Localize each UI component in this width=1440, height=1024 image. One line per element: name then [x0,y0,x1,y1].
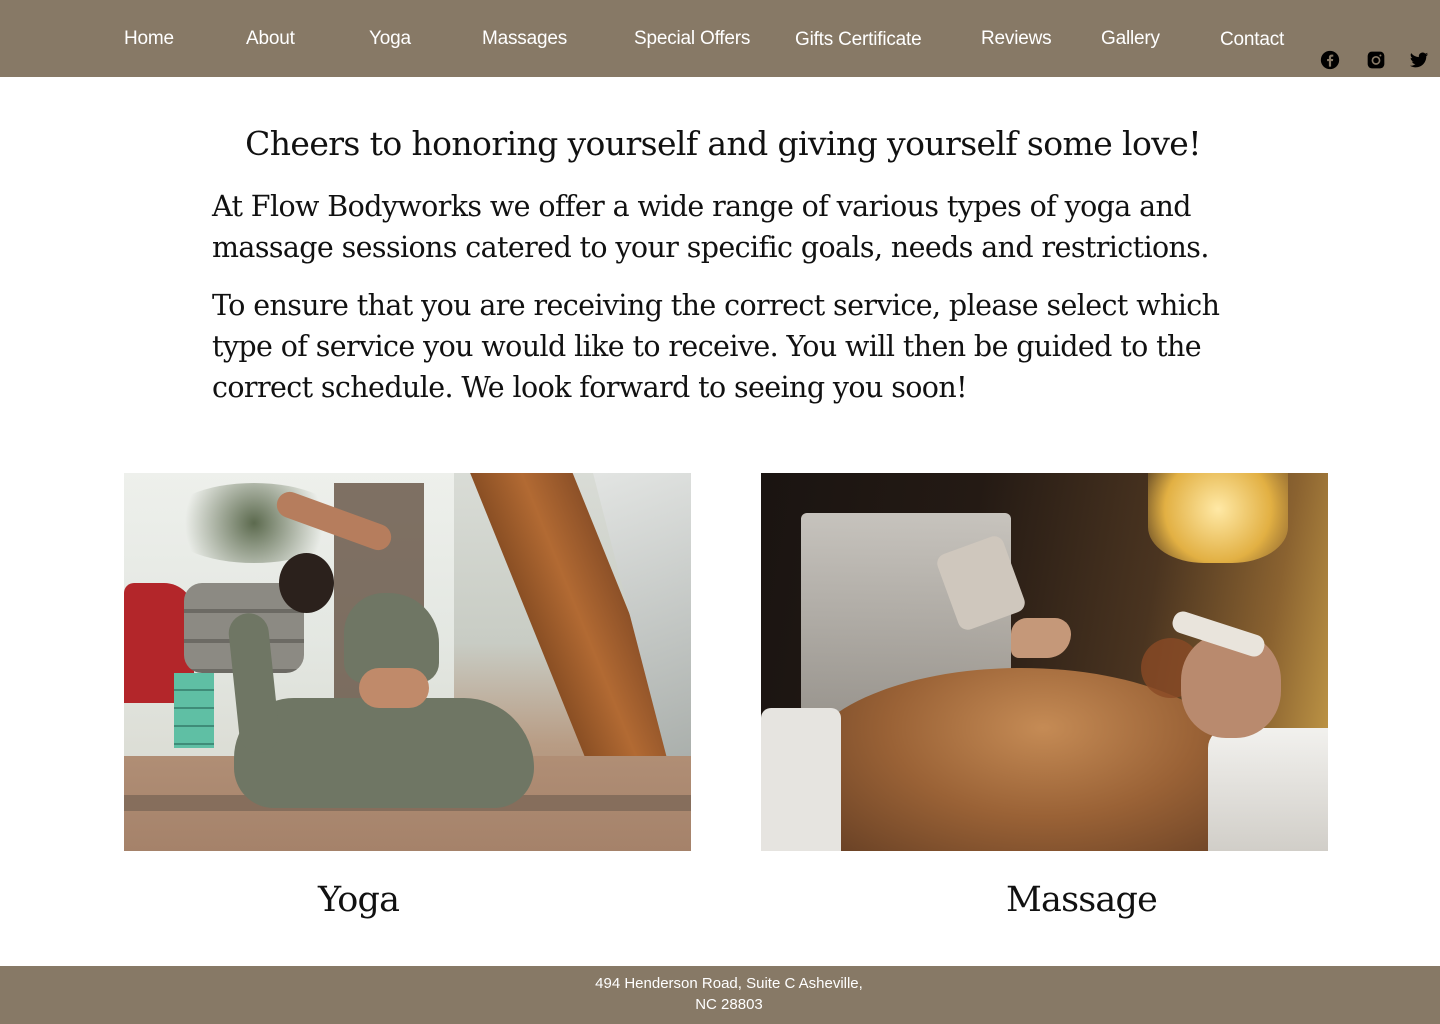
instructions-paragraph: To ensure that you are receiving the cor… [212,289,1220,404]
page-headline: Cheers to honoring yourself and giving y… [245,124,1201,163]
massage-service-image[interactable] [761,473,1328,851]
nav-link-about[interactable]: About [246,28,295,50]
twitter-icon[interactable] [1408,49,1430,71]
nav-link-special-offers[interactable]: Special Offers [634,28,750,50]
footer: 494 Henderson Road, Suite C Asheville, N… [0,966,1440,1024]
massage-service-link[interactable]: Massage [1006,880,1158,920]
footer-address-line2: NC 28803 [695,996,763,1013]
massage-photo [761,473,1328,851]
nav-link-home[interactable]: Home [124,28,174,50]
yoga-service-link[interactable]: Yoga [318,880,400,920]
footer-address-line1: 494 Henderson Road, Suite C Asheville, [595,975,863,992]
nav-link-massages[interactable]: Massages [482,28,567,50]
nav-link-reviews[interactable]: Reviews [981,28,1052,50]
nav-link-yoga[interactable]: Yoga [369,28,411,50]
yoga-service-image[interactable] [124,473,691,851]
intro-paragraph: At Flow Bodyworks we offer a wide range … [212,190,1209,264]
nav-link-contact[interactable]: Contact [1220,29,1284,51]
nav-link-gifts-certificate[interactable]: Gifts Certificate [795,29,922,51]
yoga-photo [124,473,691,851]
instagram-icon[interactable] [1365,49,1387,71]
main-navigation: Home About Yoga Massages Special Offers … [0,0,1440,77]
facebook-icon[interactable] [1319,49,1341,71]
nav-link-gallery[interactable]: Gallery [1101,28,1160,50]
